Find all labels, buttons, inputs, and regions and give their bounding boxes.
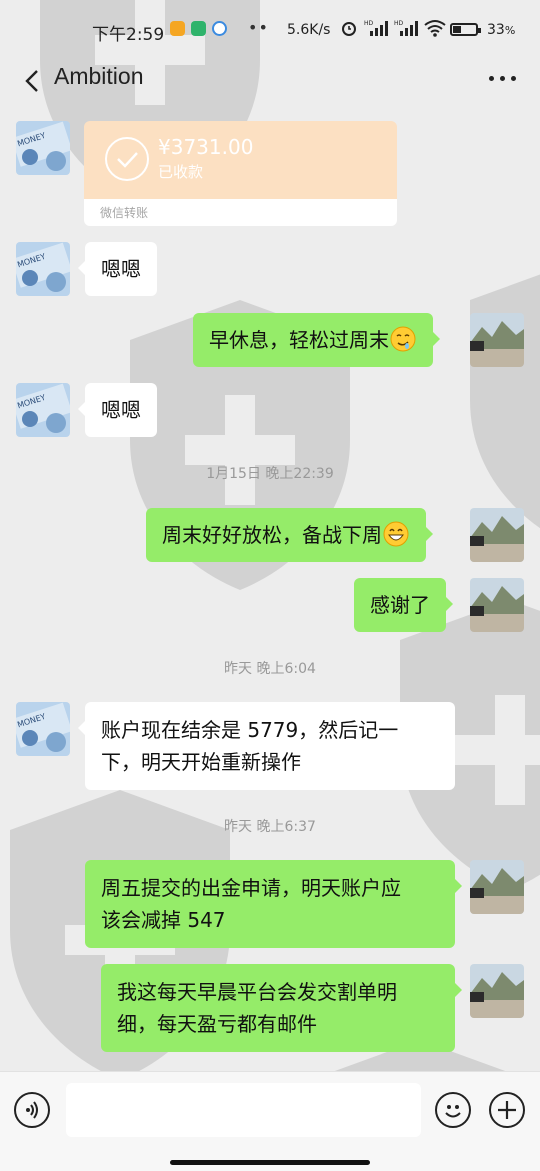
alarm-icon — [342, 22, 356, 36]
chevron-left-icon[interactable] — [18, 66, 48, 96]
contact-avatar[interactable]: MONEY — [16, 121, 70, 175]
transfer-amount: ¥3731.00 — [158, 135, 254, 159]
message-text: 嗯嗯 — [101, 398, 141, 422]
voice-icon[interactable] — [14, 1092, 50, 1128]
network-speed: 5.6K/s — [287, 22, 331, 38]
contact-avatar[interactable]: MONEY — [16, 702, 70, 756]
transfer-label: 微信转账 — [100, 206, 149, 220]
hd-signal-icon: HD — [394, 20, 418, 36]
message-text: 嗯嗯 — [101, 257, 141, 281]
chat-header: Ambition — [0, 58, 540, 102]
message-text-line: 下，明天开始重新操作 — [101, 750, 301, 774]
drooling-face-icon — [390, 326, 416, 352]
message-bubble-outgoing[interactable]: 我这每天早晨平台会发交割单明 细，每天盈亏都有邮件 — [101, 964, 462, 1052]
chat-title: Ambition — [54, 63, 144, 89]
home-indicator — [170, 1160, 370, 1165]
message-bubble-outgoing[interactable]: 周末好好放松，备战下周 — [146, 508, 433, 562]
weibo-icon — [212, 21, 227, 36]
transfer-status: 已收款 — [158, 163, 204, 181]
check-icon — [105, 137, 149, 181]
message-text-line: 细，每天盈亏都有邮件 — [117, 1012, 317, 1036]
battery-percent: 33% — [487, 22, 516, 38]
status-system-icons: HD HD — [340, 19, 446, 37]
my-avatar[interactable] — [470, 508, 524, 562]
message-bubble-incoming[interactable]: 账户现在结余是 5779，然后记一 下，明天开始重新操作 — [78, 702, 455, 790]
battery-icon — [450, 23, 481, 36]
message-text-line: 我这每天早晨平台会发交割单明 — [117, 980, 397, 1004]
timestamp: 昨天 晚上6:04 — [224, 661, 316, 677]
message-text: 感谢了 — [370, 593, 430, 617]
message-text-line: 周五提交的出金申请，明天账户应 — [101, 876, 401, 900]
my-avatar[interactable] — [470, 578, 524, 632]
message-text: 周末好好放松，备战下周 — [162, 523, 382, 547]
contact-avatar[interactable]: MONEY — [16, 383, 70, 437]
timestamp: 昨天 晚上6:37 — [224, 819, 316, 835]
more-dots-icon[interactable] — [489, 76, 516, 81]
message-bubble-incoming[interactable]: 嗯嗯 — [78, 383, 157, 437]
message-input[interactable] — [66, 1083, 421, 1137]
svg-text:HD: HD — [364, 20, 374, 27]
status-app-icons — [170, 21, 227, 36]
my-avatar[interactable] — [470, 313, 524, 367]
message-text: 早休息，轻松过周末 — [209, 328, 389, 352]
contact-avatar[interactable]: MONEY — [16, 242, 70, 296]
wifi-icon — [424, 20, 446, 37]
message-text-line: 该会减掉 547 — [101, 908, 226, 932]
plus-icon[interactable] — [489, 1092, 525, 1128]
my-avatar[interactable] — [470, 860, 524, 914]
message-bubble-outgoing[interactable]: 感谢了 — [354, 578, 453, 632]
my-avatar[interactable] — [470, 964, 524, 1018]
shield-app-icon — [191, 21, 206, 36]
status-bar: 下午2:59 •• 5.6K/s HD HD 33% — [0, 0, 540, 58]
message-bubble-outgoing[interactable]: 周五提交的出金申请，明天账户应 该会减掉 547 — [85, 860, 462, 948]
svg-text:HD: HD — [394, 20, 404, 27]
message-bubble-incoming[interactable]: 嗯嗯 — [78, 242, 157, 296]
notification-icon — [170, 21, 185, 36]
emoji-icon[interactable] — [435, 1092, 471, 1128]
hd-signal-icon: HD — [364, 20, 388, 36]
message-text-line: 账户现在结余是 5779，然后记一 — [101, 718, 399, 742]
status-time: 下午2:59 — [92, 25, 165, 45]
transfer-card[interactable]: ¥3731.00 已收款 微信转账 — [84, 121, 397, 226]
grinning-face-icon — [383, 521, 409, 547]
input-bar — [0, 1071, 540, 1171]
message-bubble-outgoing[interactable]: 早休息，轻松过周末 — [193, 313, 440, 367]
timestamp: 1月15日 晚上22:39 — [206, 466, 334, 482]
status-more-dots: •• — [248, 18, 269, 37]
